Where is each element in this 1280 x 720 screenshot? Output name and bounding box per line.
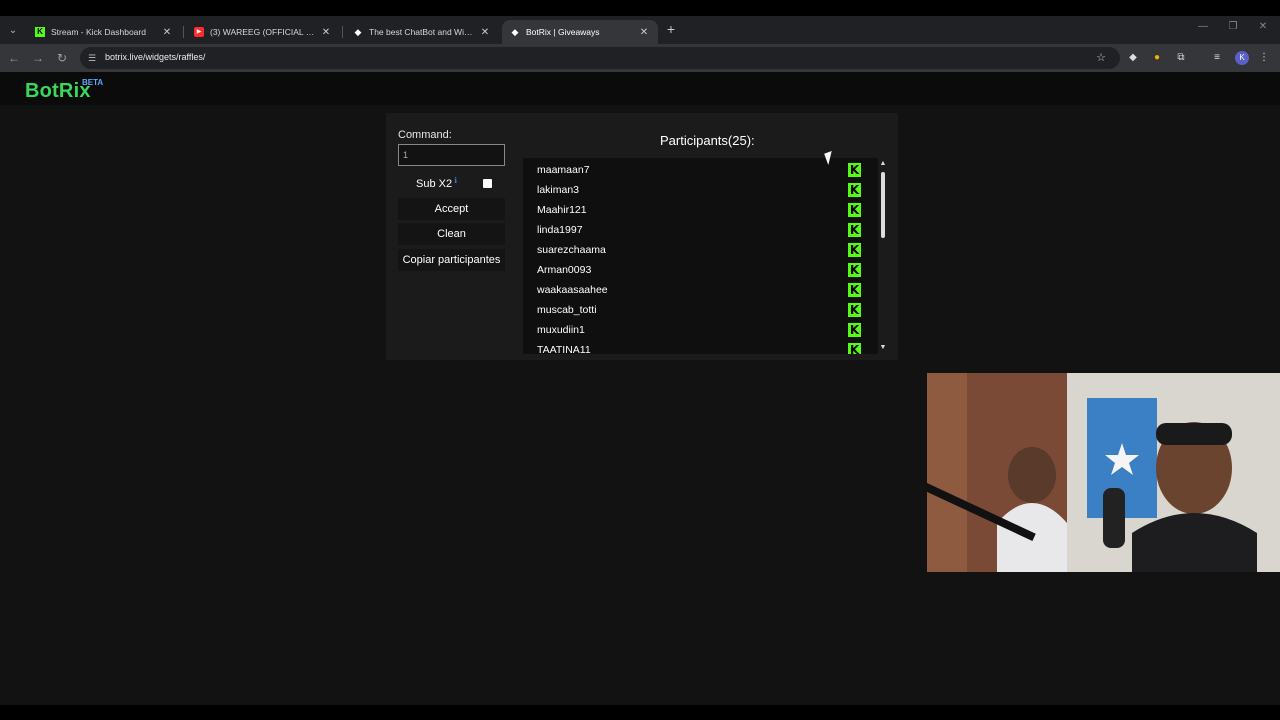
participant-name: muscab_totti	[537, 304, 597, 316]
kick-icon: K	[848, 203, 861, 217]
kick-icon: K	[848, 163, 861, 177]
kick-icon: K	[848, 343, 861, 354]
screen-top-bar	[0, 0, 1280, 16]
extension-badge-icon[interactable]: ●	[1151, 52, 1163, 64]
extensions-puzzle-icon[interactable]: ⧉	[1175, 52, 1187, 64]
scroll-up-icon[interactable]: ▲	[879, 160, 887, 168]
participant-name: Arman0093	[537, 264, 592, 276]
tab-separator	[183, 26, 184, 38]
youtube-icon: ▶	[194, 27, 204, 37]
participant-name: Maahir121	[537, 204, 587, 216]
botrix-logo[interactable]: BotRix	[25, 80, 91, 103]
close-icon[interactable]: ✕	[161, 27, 173, 38]
restore-icon[interactable]: ❐	[1226, 21, 1240, 32]
participant-name: lakiman3	[537, 184, 580, 196]
participant-name: linda1997	[537, 224, 583, 236]
tab-kick-dashboard[interactable]: K Stream - Kick Dashboard ✕	[27, 20, 181, 44]
participants-title: Participants(25):	[660, 133, 755, 148]
forward-icon[interactable]: →	[31, 51, 45, 65]
botrix-extension-icon[interactable]: ◆	[1127, 52, 1139, 64]
participant-name: suarezchaama	[537, 244, 606, 256]
tab-botrix-home[interactable]: ◆ The best ChatBot and Widgets ✕	[345, 20, 499, 44]
list-item[interactable]: muscab_totti K	[523, 300, 863, 320]
scroll-thumb[interactable]	[881, 172, 885, 238]
webcam-video-frame	[927, 373, 1280, 572]
participants-list[interactable]: maamaan7 K lakiman3 K Maahir121 K linda1997…	[523, 158, 878, 354]
url-text: botrix.live/widgets/raffles/	[105, 52, 206, 62]
tab-botrix-giveaways[interactable]: ◆ BotRix | Giveaways ✕	[502, 20, 658, 44]
list-item[interactable]: TAATINA11 K	[523, 340, 863, 354]
close-icon[interactable]: ✕	[479, 27, 491, 38]
command-input[interactable]	[398, 144, 505, 166]
address-bar[interactable]: ☰ botrix.live/widgets/raffles/ ☆	[80, 47, 1120, 69]
participant-name: maamaan7	[537, 164, 590, 176]
profile-avatar[interactable]: K	[1235, 51, 1249, 65]
reload-icon[interactable]: ↻	[55, 51, 69, 65]
kick-icon: K	[848, 283, 861, 297]
list-item[interactable]: Arman0093 K	[523, 260, 863, 280]
list-item[interactable]: Maahir121 K	[523, 200, 863, 220]
kick-icon: K	[848, 183, 861, 197]
participants-scrollbar[interactable]: ▲ ▼	[878, 158, 888, 354]
site-info-icon[interactable]: ☰	[86, 52, 98, 64]
close-icon[interactable]: ✕	[320, 27, 332, 38]
list-item[interactable]: lakiman3 K	[523, 180, 863, 200]
tab-separator	[342, 26, 343, 38]
list-item[interactable]: suarezchaama K	[523, 240, 863, 260]
kick-icon: K	[848, 243, 861, 257]
botrix-icon: ◆	[354, 27, 362, 37]
kick-icon: K	[848, 263, 861, 277]
clean-button[interactable]: Clean	[398, 223, 505, 245]
sub-x2-label: Sub X2	[416, 178, 453, 190]
media-controls-icon[interactable]: ≡	[1211, 52, 1223, 64]
kick-icon: K	[848, 303, 861, 317]
command-label: Command:	[398, 129, 452, 141]
copy-participants-button[interactable]: Copiar participantes	[398, 249, 505, 271]
tab-title: Stream - Kick Dashboard	[51, 27, 146, 37]
list-item[interactable]: linda1997 K	[523, 220, 863, 240]
screen-bottom-bar	[0, 705, 1280, 720]
new-tab-button[interactable]: +	[664, 21, 678, 37]
list-item[interactable]: muxudiin1 K	[523, 320, 863, 340]
kick-icon: K	[848, 223, 861, 237]
site-header: BotRix BETA	[0, 72, 1280, 105]
tab-title: The best ChatBot and Widgets	[369, 27, 475, 37]
close-window-icon[interactable]: ✕	[1256, 21, 1270, 32]
webcam-overlay	[927, 373, 1280, 572]
page-content: BotRix BETA Command: Sub X2 ℹ Accept Cle…	[0, 72, 1280, 705]
scroll-down-icon[interactable]: ▼	[879, 344, 887, 352]
tab-wareeg-video[interactable]: ▶ (3) WAREEG (OFFICIAL MUSIC V ✕	[186, 20, 340, 44]
sub-x2-checkbox[interactable]	[483, 179, 492, 188]
bookmark-star-icon[interactable]: ☆	[1096, 51, 1106, 64]
minimize-icon[interactable]: —	[1196, 21, 1210, 32]
tab-title: (3) WAREEG (OFFICIAL MUSIC V	[210, 27, 316, 37]
botrix-icon: ◆	[511, 27, 519, 37]
participant-name: waakaasaahee	[537, 284, 608, 296]
kick-icon: K	[848, 323, 861, 337]
beta-badge: BETA	[82, 78, 104, 87]
info-icon: ℹ	[454, 176, 458, 185]
list-item[interactable]: waakaasaahee K	[523, 280, 863, 300]
browser-toolbar: ← → ↻ ☰ botrix.live/widgets/raffles/ ☆ ◆…	[0, 44, 1280, 72]
close-icon[interactable]: ✕	[638, 27, 650, 38]
back-icon[interactable]: ←	[7, 51, 21, 65]
participant-name: muxudiin1	[537, 324, 585, 336]
browser-tab-strip: ⌄ K Stream - Kick Dashboard ✕ ▶ (3) WARE…	[0, 16, 1280, 44]
kick-icon: K	[35, 27, 45, 37]
menu-kebab-icon[interactable]: ⋮	[1258, 52, 1270, 64]
tab-title: BotRix | Giveaways	[526, 27, 600, 37]
tab-search-button[interactable]: ⌄	[4, 22, 22, 40]
accept-button[interactable]: Accept	[398, 198, 505, 220]
list-item[interactable]: maamaan7 K	[523, 160, 863, 180]
raffle-panel: Command: Sub X2 ℹ Accept Clean Copiar pa…	[386, 113, 898, 360]
participant-name: TAATINA11	[537, 344, 591, 354]
